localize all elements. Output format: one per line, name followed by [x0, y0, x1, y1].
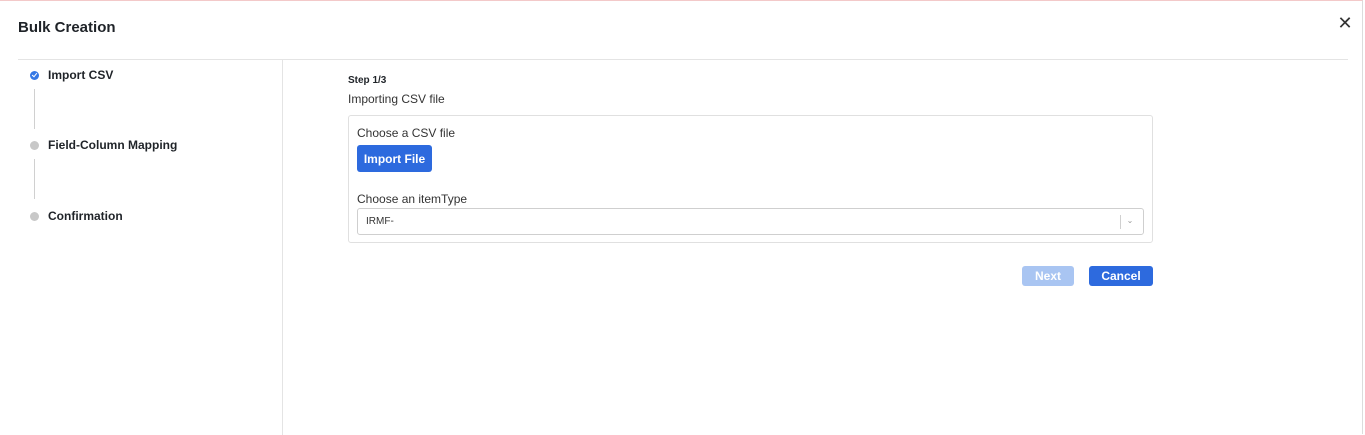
step-check-icon: [30, 70, 39, 80]
csv-file-label: Choose a CSV file: [357, 126, 456, 140]
step-title: Importing CSV file: [348, 92, 445, 106]
step-connector: [34, 159, 35, 199]
dialog-title: Bulk Creation: [18, 19, 116, 36]
bulk-creation-dialog: Bulk Creation ✕ Import CSV Field-Column …: [0, 0, 1363, 435]
import-card: Choose a CSV file Import File Choose an …: [348, 115, 1153, 243]
step-counter: Step 1/3: [348, 75, 387, 86]
step-field-column-mapping: Field-Column Mapping: [30, 138, 177, 152]
item-type-value: IRMF-: [366, 216, 394, 227]
step-connector: [34, 89, 35, 129]
step-label: Field-Column Mapping: [48, 138, 178, 152]
chevron-down-icon[interactable]: ⌄: [1125, 215, 1135, 227]
step-pending-icon: [30, 140, 39, 150]
close-icon[interactable]: ✕: [1336, 14, 1354, 32]
item-type-label: Choose an itemType: [357, 192, 468, 206]
step-confirmation: Confirmation: [30, 209, 123, 223]
select-separator: [1120, 215, 1121, 229]
steps-sidebar: [0, 60, 283, 435]
item-type-select[interactable]: IRMF- ⌄: [357, 208, 1144, 235]
step-label: Confirmation: [48, 209, 123, 223]
step-pending-icon: [30, 211, 39, 221]
next-button[interactable]: Next: [1022, 266, 1074, 286]
import-file-button[interactable]: Import File: [357, 145, 432, 172]
step-import-csv: Import CSV: [30, 68, 113, 82]
step-label: Import CSV: [48, 68, 114, 82]
cancel-button[interactable]: Cancel: [1089, 266, 1153, 286]
